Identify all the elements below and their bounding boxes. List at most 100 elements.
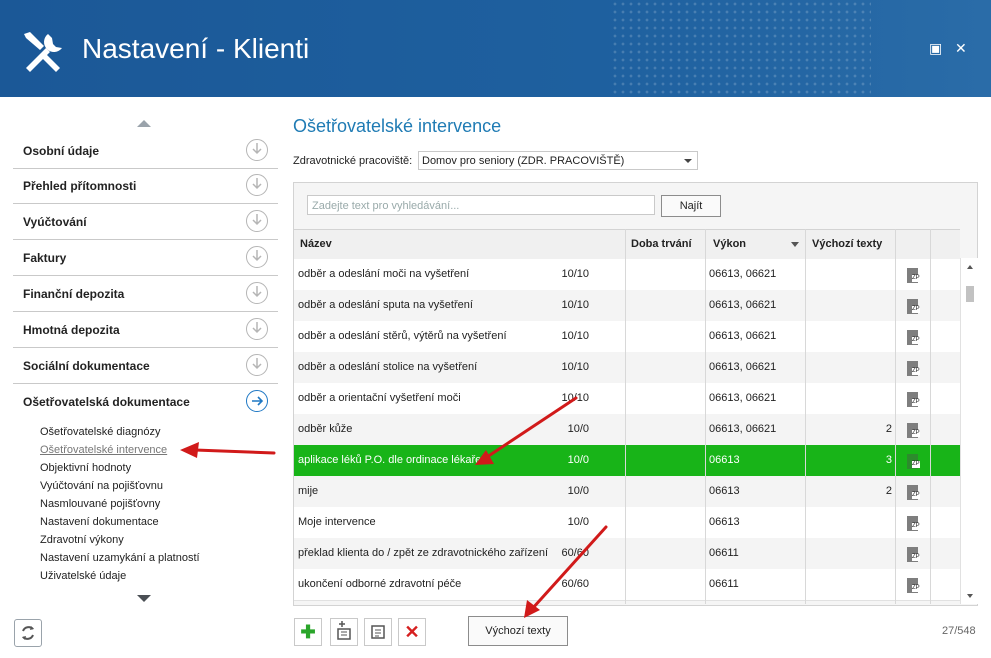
sidebar-subitem-uzivatelske-udaje[interactable]: Uživatelské údaje <box>40 570 126 582</box>
table-row[interactable]: odběr a orientační vyšetření moči 10/10 06… <box>294 383 960 415</box>
cell-duration: 10/0 <box>567 454 589 466</box>
cell-duration: 10/0 <box>567 516 589 528</box>
cell-name: odběr a odeslání sputa na vyšetření <box>298 299 473 311</box>
default-texts-button[interactable]: Výchozí texty <box>468 616 568 646</box>
column-header-duration[interactable]: Doba trvání <box>631 238 692 250</box>
sidebar-scroll-down-icon[interactable] <box>137 595 151 602</box>
document-zp-icon[interactable] <box>907 485 920 500</box>
document-zp-icon[interactable] <box>907 392 920 407</box>
cell-duration: 10/0 <box>567 423 589 435</box>
column-header-code[interactable]: Výkon <box>713 238 746 250</box>
cell-defaults: 3 <box>885 454 892 466</box>
table-row[interactable]: odběr a odeslání stěrů, výtěrů na vyšetř… <box>294 321 960 353</box>
edit-button[interactable] <box>364 618 392 646</box>
document-zp-icon[interactable] <box>907 454 920 469</box>
document-zp-icon[interactable] <box>907 361 920 376</box>
refresh-icon <box>22 626 34 640</box>
cell-code: 06613, 06621 <box>709 361 777 373</box>
scroll-thumb[interactable] <box>966 286 974 302</box>
chevron-down-icon <box>684 159 692 163</box>
cell-name: aplikace léků P.O. dle ordinace lékaře <box>298 454 482 466</box>
sidebar-subitem-nasmlouvane-pojistovny[interactable]: Nasmlouvané pojišťovny <box>40 498 160 510</box>
table-row-selected[interactable]: aplikace léků P.O. dle ordinace lékaře 10… <box>294 445 960 477</box>
cell-duration: 60/60 <box>561 578 589 590</box>
cell-code: 06613 <box>709 454 740 466</box>
document-zp-icon[interactable] <box>907 330 920 345</box>
add-button[interactable]: ✚ <box>294 618 322 646</box>
sidebar-subitem-uzamykani[interactable]: Nastavení uzamykání a platností <box>40 552 200 564</box>
document-zp-icon[interactable] <box>907 299 920 314</box>
find-button[interactable]: Najít <box>661 195 721 217</box>
page-title: Ošetřovatelské intervence <box>293 116 502 136</box>
sidebar-subitem-objektivni-hodnoty[interactable]: Objektivní hodnoty <box>40 462 131 474</box>
column-divider <box>805 229 806 604</box>
column-divider <box>625 229 626 604</box>
cell-duration: 10/0 <box>567 485 589 497</box>
cell-duration: 10/10 <box>561 268 589 280</box>
plus-icon: ✚ <box>300 622 316 642</box>
column-header-defaults[interactable]: Výchozí texty <box>812 238 882 250</box>
table-row[interactable]: Moje intervence 10/0 06613 <box>294 507 960 539</box>
document-zp-icon[interactable] <box>907 423 920 438</box>
cell-name: mije <box>298 485 319 497</box>
sort-desc-icon <box>791 242 799 247</box>
table-row[interactable]: odběr a odeslání stolice na vyšetření 10/… <box>294 352 960 384</box>
cell-defaults: 2 <box>885 485 892 497</box>
document-zp-icon[interactable] <box>907 578 920 593</box>
table-row[interactable]: ukončení odborné zdravotní péče 60/60 0661… <box>294 569 960 601</box>
grid-scrollbar[interactable] <box>960 258 978 604</box>
cell-duration: 10/10 <box>561 392 589 404</box>
cell-name: odběr a odeslání stěrů, výtěrů na vyšetř… <box>298 330 507 342</box>
document-zp-icon[interactable] <box>907 268 920 283</box>
cell-name: odběr kůže <box>298 423 353 435</box>
sidebar-subitem-zdravotni-vykony[interactable]: Zdravotní výkony <box>40 534 124 546</box>
refresh-button[interactable] <box>14 619 42 647</box>
sidebar-subitem-vyuctovani-pojistovna[interactable]: Vyúčtování na pojišťovnu <box>40 480 163 492</box>
sidebar-subitem-diagnozy[interactable]: Ošetřovatelské diagnózy <box>40 426 160 438</box>
add-subitem-button[interactable] <box>330 618 358 646</box>
cell-code: 06611 <box>709 547 739 559</box>
delete-x-icon: ✕ <box>404 622 420 642</box>
cell-name: odběr a orientační vyšetření moči <box>298 392 461 404</box>
cell-defaults: 2 <box>885 423 892 435</box>
cell-code: 06613, 06621 <box>709 330 777 342</box>
cell-code: 06613, 06621 <box>709 268 777 280</box>
table-header: Název Doba trvání Výkon Výchozí texty <box>294 229 960 260</box>
cell-name: ukončení odborné zdravotní péče <box>298 578 462 590</box>
table-row[interactable]: odběr a odeslání moči na vyšetření 10/10 0… <box>294 259 960 291</box>
workplace-label: Zdravotnické pracoviště: <box>293 155 413 167</box>
sidebar-subitem-nastaveni-dokumentace[interactable]: Nastavení dokumentace <box>40 516 159 528</box>
cell-duration: 10/10 <box>561 361 589 373</box>
document-zp-icon[interactable] <box>907 516 920 531</box>
table-row[interactable]: překlad klienta do / zpět ze zdravotnick… <box>294 538 960 570</box>
cell-code: 06613 <box>709 485 740 497</box>
table-row[interactable]: odběr a odeslání sputa na vyšetření 10/10… <box>294 290 960 322</box>
column-divider <box>930 229 931 604</box>
scroll-up-icon[interactable] <box>967 265 973 269</box>
workplace-select[interactable]: Domov pro seniory (ZDR. PRACOVIŠTĚ) <box>418 151 698 170</box>
cell-code: 06613 <box>709 516 740 528</box>
workplace-select-value: Domov pro seniory (ZDR. PRACOVIŠTĚ) <box>422 155 625 167</box>
cell-code: 06613, 06621 <box>709 299 777 311</box>
cell-name: odběr a odeslání stolice na vyšetření <box>298 361 478 373</box>
scroll-down-icon[interactable] <box>967 594 973 598</box>
delete-button[interactable]: ✕ <box>398 618 426 646</box>
add-child-icon <box>337 621 351 640</box>
cell-code: 06613, 06621 <box>709 423 777 435</box>
table-row[interactable]: mije 10/0 06613 2 <box>294 476 960 508</box>
cell-name: překlad klienta do / zpět ze zdravotnick… <box>298 547 549 559</box>
edit-document-icon <box>371 625 385 639</box>
cell-duration: 10/10 <box>561 299 589 311</box>
search-input[interactable]: Zadejte text pro vyhledávání... <box>307 195 655 215</box>
cell-duration: 60/60 <box>561 547 589 559</box>
cell-name: Moje intervence <box>298 516 376 528</box>
cell-duration: 10/10 <box>561 330 589 342</box>
column-divider <box>705 229 706 604</box>
cell-name: odběr a odeslání moči na vyšetření <box>298 268 470 280</box>
column-header-name[interactable]: Název <box>300 238 332 250</box>
table-row[interactable]: odběr kůže 10/0 06613, 06621 2 <box>294 414 960 446</box>
document-zp-icon[interactable] <box>907 547 920 562</box>
cell-code: 06611 <box>709 578 739 590</box>
sidebar-subitem-intervence[interactable]: Ošetřovatelské intervence <box>40 444 167 456</box>
column-divider <box>895 229 896 604</box>
